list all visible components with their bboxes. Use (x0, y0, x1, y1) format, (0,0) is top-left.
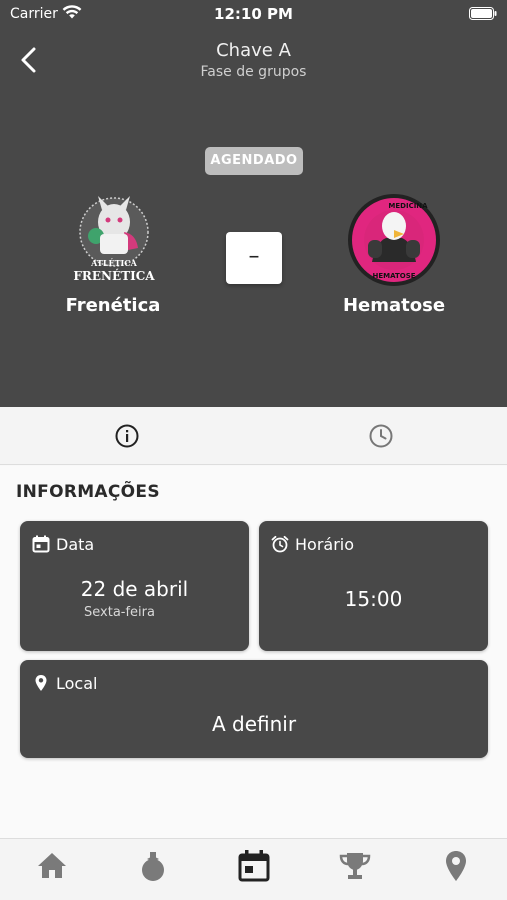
match-header: Carrier 12:10 PM Chave A Fase de grupos … (0, 0, 507, 407)
time-value: 15:00 (344, 587, 403, 611)
weekday-value: Sexta-feira (84, 605, 155, 620)
nav-sports[interactable] (136, 849, 170, 883)
tab-info[interactable] (0, 407, 253, 465)
location-label: Local (56, 673, 98, 693)
page-title: Chave A (216, 40, 291, 61)
calendar-icon (32, 535, 50, 553)
status-bar: Carrier 12:10 PM (0, 0, 507, 28)
detail-tabs (0, 407, 507, 465)
section-title: INFORMAÇÕES (16, 482, 160, 502)
page-subtitle: Fase de grupos (200, 64, 307, 80)
location-value: A definir (211, 712, 297, 736)
location-pin-icon (35, 675, 47, 691)
date-card-header: Data (32, 533, 94, 555)
home-logo-text-top: ATLÉTICA (90, 258, 138, 268)
away-logo-text-bottom: HEMATOSE (372, 272, 415, 280)
date-label: Data (56, 534, 95, 554)
home-team-name: Frenética (65, 295, 161, 316)
location-pin-icon (446, 851, 466, 881)
date-value: 22 de abril (80, 577, 189, 601)
location-card: Local A definir (20, 660, 488, 758)
home-logo-text-bottom: FRENÉTICA (73, 268, 155, 283)
tab-schedule[interactable] (254, 407, 507, 465)
time-label: Horário (295, 534, 355, 554)
status-time: 12:10 PM (214, 5, 293, 23)
nav-calendar[interactable] (237, 849, 271, 883)
info-section: INFORMAÇÕES Data 22 de abril Sexta-feira… (0, 466, 507, 838)
away-logo-text-top: MEDICINA (388, 202, 428, 210)
time-card-header: Horário (271, 533, 354, 555)
medal-icon (142, 852, 164, 881)
nav-trophies[interactable] (338, 849, 372, 883)
nav-home[interactable] (35, 849, 69, 883)
trophy-icon (339, 853, 371, 879)
alarm-icon (271, 535, 289, 553)
status-badge: AGENDADO (205, 147, 303, 175)
bottom-navigation (0, 838, 507, 900)
time-card: Horário 15:00 (259, 521, 488, 651)
home-icon (38, 853, 66, 878)
home-team-logo: ATLÉTICA FRENÉTICA (73, 196, 155, 283)
clock-icon (369, 424, 393, 448)
nav-map[interactable] (439, 849, 473, 883)
date-card: Data 22 de abril Sexta-feira (20, 521, 249, 651)
away-team-logo: MEDICINA HEMATOSE (348, 194, 440, 286)
location-card-header: Local (32, 672, 97, 694)
score-box: – (226, 232, 282, 284)
info-icon (115, 424, 139, 448)
battery-icon (469, 7, 497, 20)
away-team-name: Hematose (342, 295, 446, 316)
calendar-icon (238, 850, 270, 882)
